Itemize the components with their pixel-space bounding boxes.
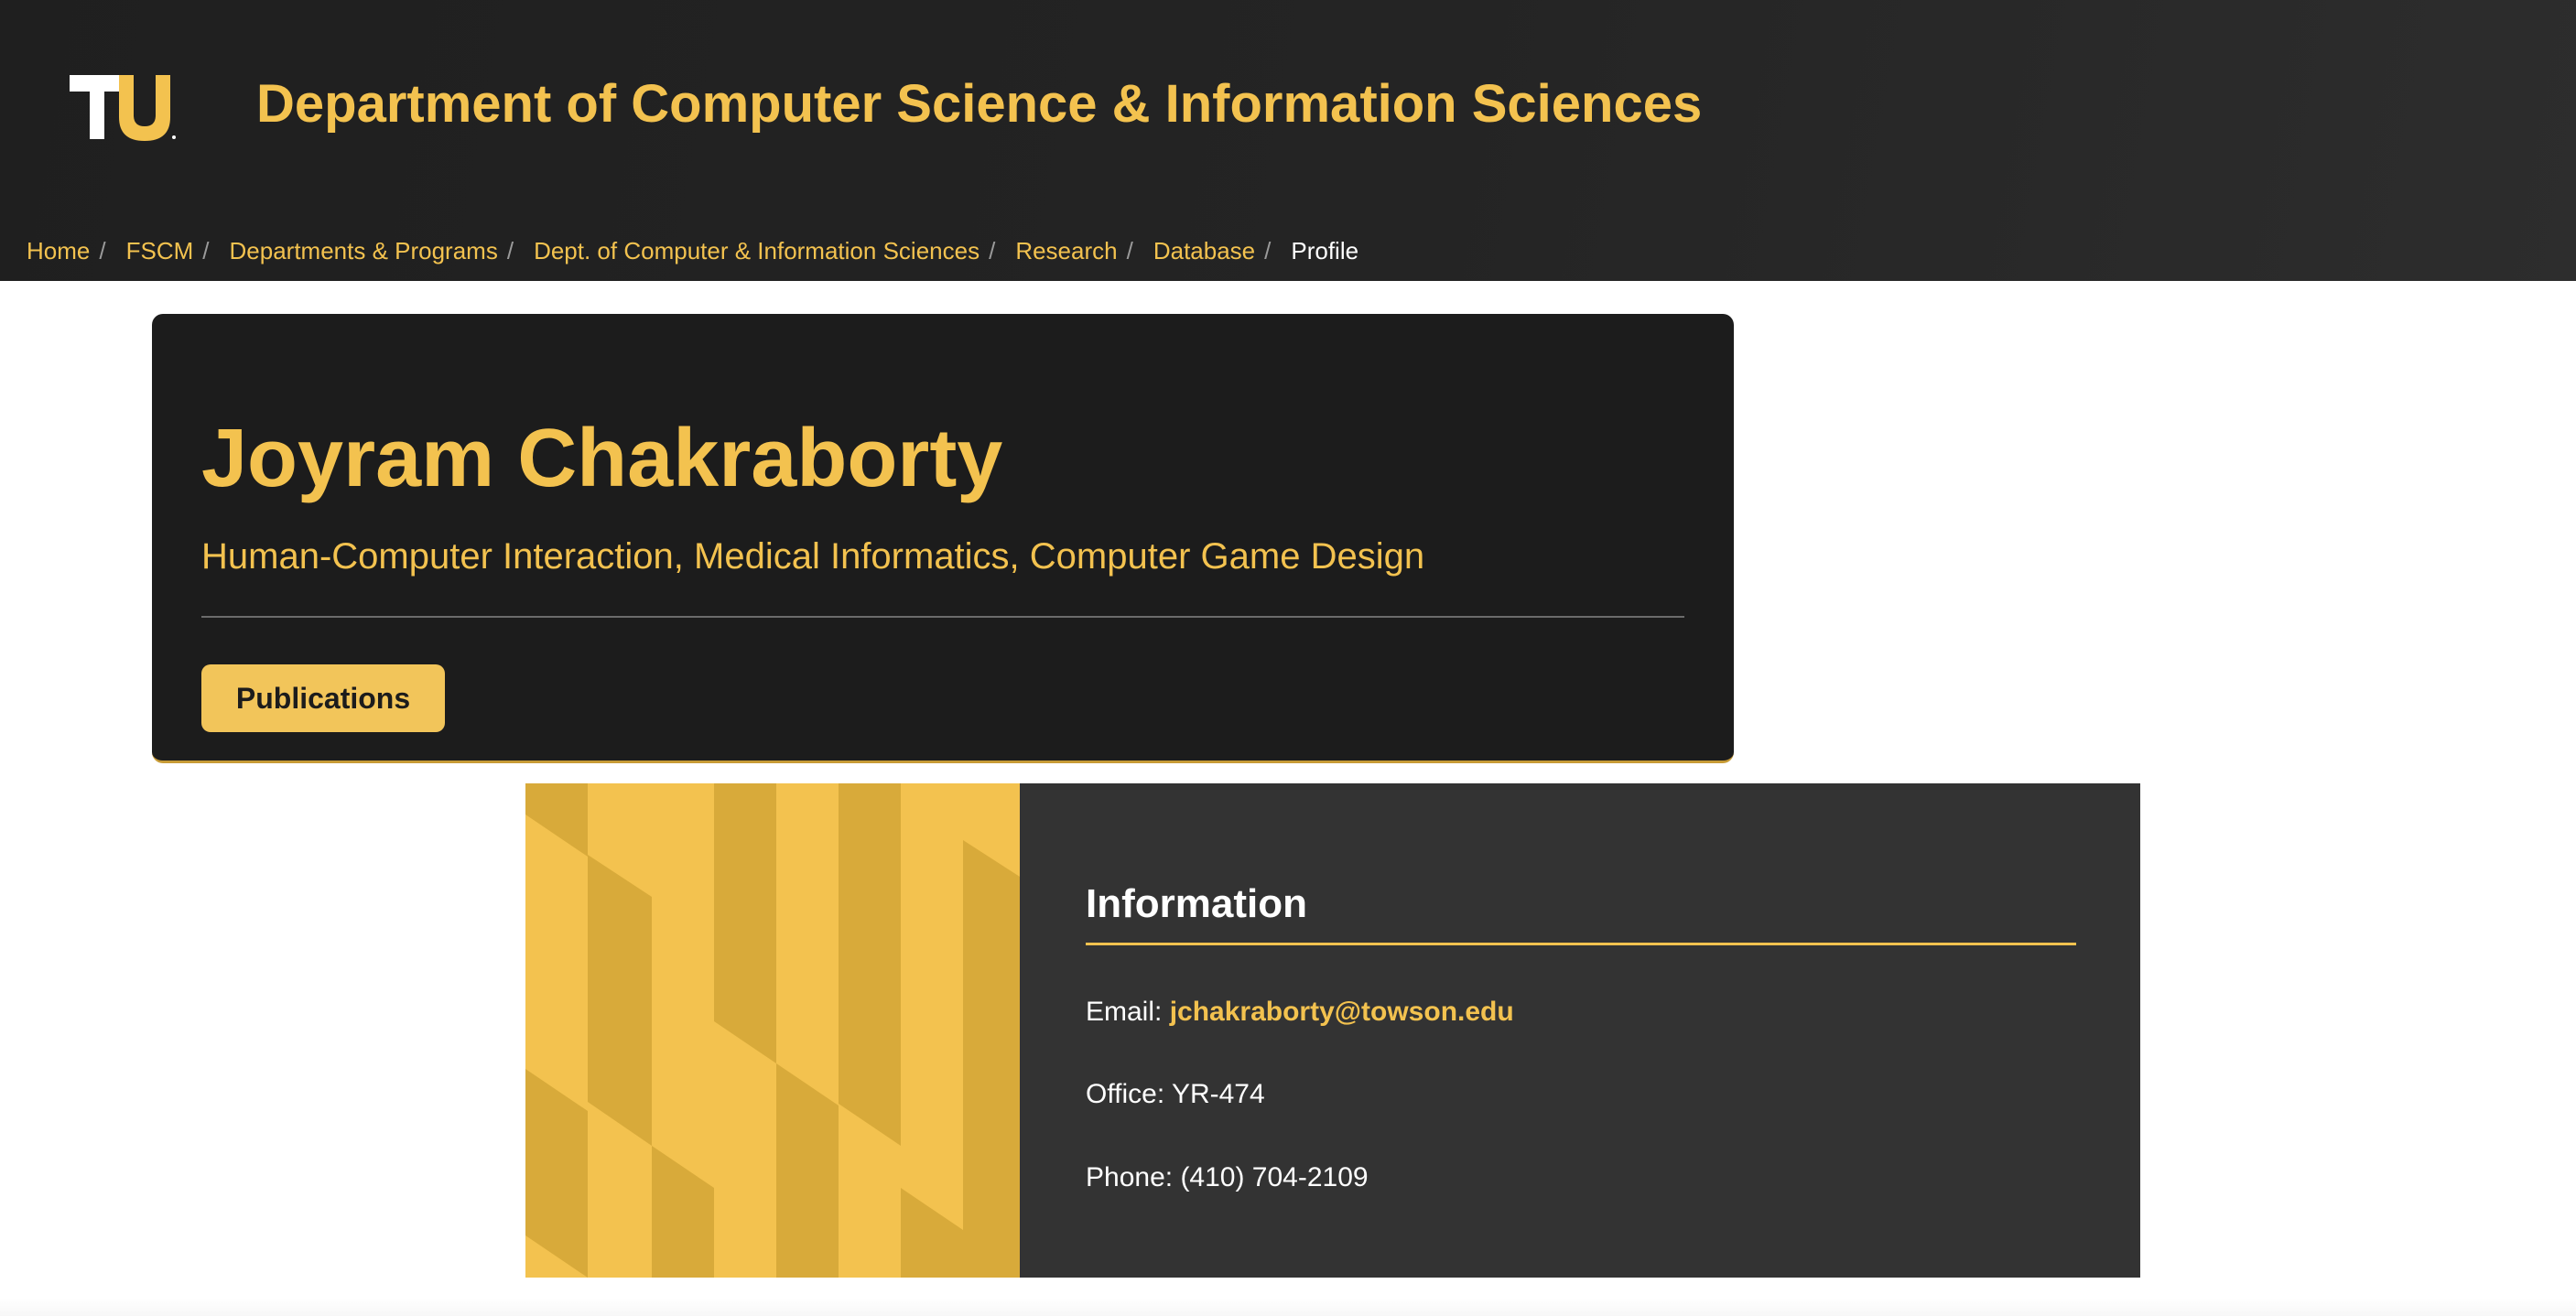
breadcrumb-home[interactable]: Home <box>27 234 90 267</box>
tu-logo[interactable] <box>68 71 178 141</box>
information-panel: Information Email: jchakraborty@towson.e… <box>1020 783 2140 1278</box>
breadcrumb: Home / FSCM / Departments & Programs / D… <box>27 234 1358 267</box>
information-heading: Information <box>1086 881 1307 926</box>
breadcrumb-separator: / <box>99 237 106 264</box>
breadcrumb-departments-programs[interactable]: Departments & Programs <box>230 234 498 267</box>
breadcrumb-separator: / <box>202 237 210 264</box>
site-header: Department of Computer Science & Informa… <box>0 0 2576 281</box>
breadcrumb-database[interactable]: Database <box>1153 234 1255 267</box>
hero-divider <box>201 616 1684 618</box>
profile-hero-card: Joyram Chakraborty Human-Computer Intera… <box>152 314 1734 763</box>
breadcrumb-separator: / <box>506 237 514 264</box>
page-bottom-edge <box>0 1298 2576 1316</box>
profile-name: Joyram Chakraborty <box>201 413 1003 504</box>
information-divider <box>1086 943 2076 945</box>
research-areas: Human-Computer Interaction, Medical Info… <box>201 536 1425 577</box>
breadcrumb-fscm[interactable]: FSCM <box>126 234 194 267</box>
office-label: Office: <box>1086 1079 1165 1109</box>
breadcrumb-separator: / <box>1126 237 1133 264</box>
breadcrumb-research[interactable]: Research <box>1015 234 1117 267</box>
email-link[interactable]: jchakraborty@towson.edu <box>1170 997 1514 1027</box>
office-value: YR-474 <box>1171 1079 1265 1109</box>
phone-label: Phone: <box>1086 1162 1174 1192</box>
tu-logo-icon <box>70 75 176 141</box>
phone-value: (410) 704-2109 <box>1180 1162 1369 1192</box>
decorative-flag-pattern <box>525 783 1020 1278</box>
phone-row: Phone: (410) 704-2109 <box>1086 1160 1369 1196</box>
site-title: Department of Computer Science & Informa… <box>256 74 1703 134</box>
breadcrumb-dept-cis[interactable]: Dept. of Computer & Information Sciences <box>534 234 980 267</box>
breadcrumb-current-profile: Profile <box>1291 237 1359 264</box>
breadcrumb-separator: / <box>1264 237 1272 264</box>
breadcrumb-separator: / <box>989 237 996 264</box>
publications-button[interactable]: Publications <box>201 664 445 732</box>
email-label: Email: <box>1086 997 1163 1027</box>
maryland-pattern-graphic <box>525 783 1020 1278</box>
office-row: Office: YR-474 <box>1086 1076 1265 1113</box>
email-row: Email: jchakraborty@towson.edu <box>1086 994 1514 1030</box>
